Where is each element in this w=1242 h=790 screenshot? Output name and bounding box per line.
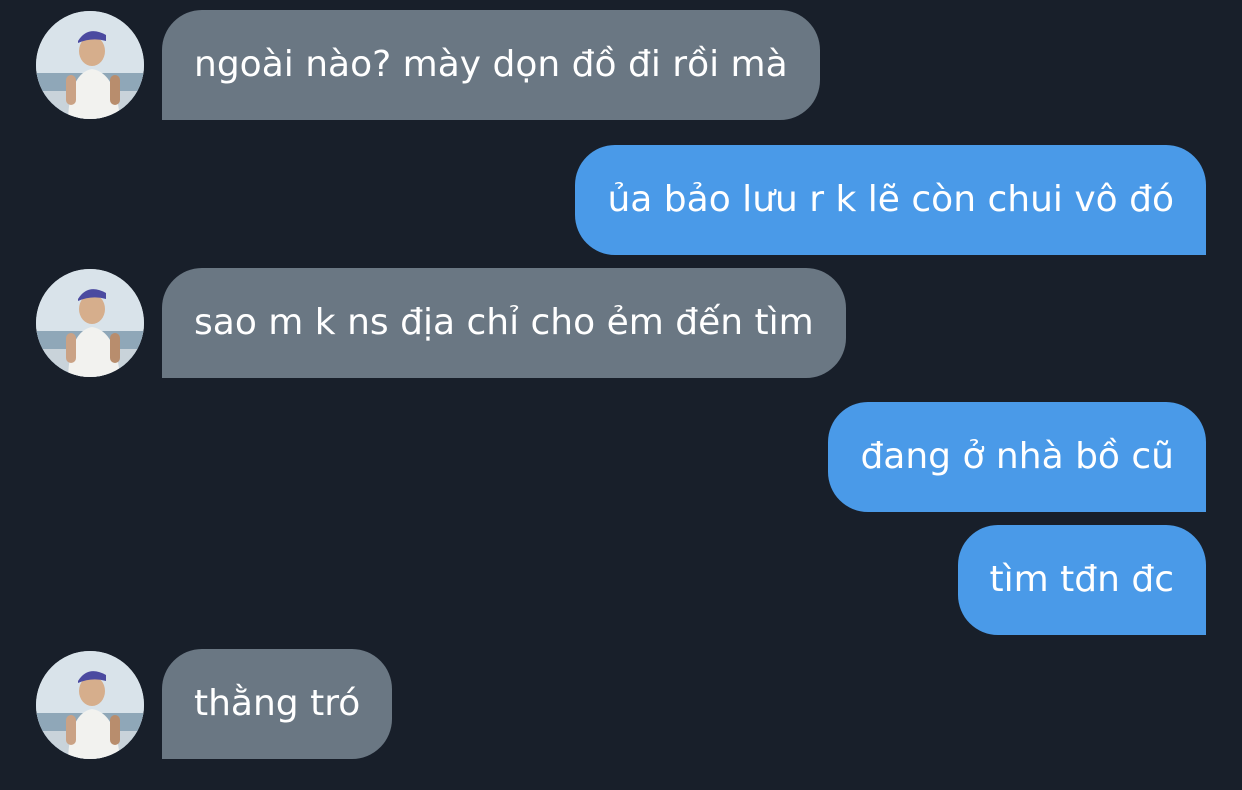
avatar-photo: [36, 11, 144, 119]
avatar-photo: [36, 651, 144, 759]
message-bubble-outgoing[interactable]: tìm tđn đc: [957, 525, 1206, 635]
avatar-photo: [36, 269, 144, 377]
contact-avatar[interactable]: [36, 11, 144, 119]
message-bubble-incoming[interactable]: ngoài nào? mày dọn đồ đi rồi mà: [162, 10, 820, 120]
contact-avatar[interactable]: [36, 651, 144, 759]
message-bubble-outgoing[interactable]: đang ở nhà bồ cũ: [828, 402, 1206, 512]
message-bubble-outgoing[interactable]: ủa bảo lưu r k lẽ còn chui vô đó: [575, 145, 1206, 255]
message-bubble-incoming[interactable]: sao m k ns địa chỉ cho ẻm đến tìm: [162, 268, 846, 378]
message-bubble-incoming[interactable]: thằng tró: [162, 649, 393, 759]
message-thread[interactable]: ngoài nào? mày dọn đồ đi rồi mà ủa bảo l…: [0, 0, 1242, 790]
contact-avatar[interactable]: [36, 269, 144, 377]
